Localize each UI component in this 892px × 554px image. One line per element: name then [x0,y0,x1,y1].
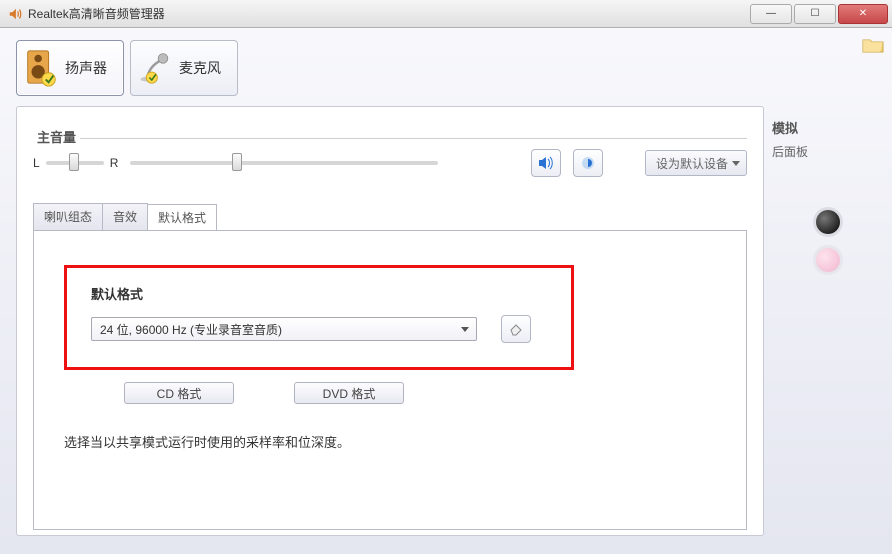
cd-format-button[interactable]: CD 格式 [124,382,234,404]
main-volume-title: 主音量 [33,130,80,145]
window-title: Realtek高清晰音频管理器 [28,5,165,22]
tab-speaker-label: 扬声器 [65,58,107,78]
format-selected-value: 24 位, 96000 Hz (专业录音室音质) [100,321,282,338]
sub-tabs: 喇叭组态 音效 默认格式 [33,203,747,230]
dvd-format-button[interactable]: DVD 格式 [294,382,404,404]
preset-row: CD 格式 DVD 格式 [124,382,726,404]
speaker-device-icon [25,49,57,87]
tab-microphone[interactable]: 麦克风 [130,40,238,96]
default-format-label: 默认格式 [91,284,531,303]
balance-control[interactable]: L R [33,156,118,170]
default-format-panel: 默认格式 24 位, 96000 Hz (专业录音室音质) CD 格式 DVD … [33,230,747,530]
tab-mic-label: 麦克风 [179,58,221,78]
jack-pink[interactable] [816,248,840,272]
side-subtitle: 后面板 [772,143,884,160]
set-default-device-button[interactable]: 设为默认设备 [645,150,747,176]
main-volume-slider-wrap [130,161,438,165]
chevron-down-icon [461,327,469,332]
tab-default-format[interactable]: 默认格式 [147,204,217,231]
tab-sound-effects[interactable]: 音效 [102,203,148,230]
side-panel: 模拟 后面板 [764,28,892,554]
volume-row: L R [33,149,747,177]
main-panel: 主音量 L R [16,106,764,536]
highlight-box: 默认格式 24 位, 96000 Hz (专业录音室音质) [64,265,574,370]
set-default-label: 设为默认设备 [656,155,728,172]
balance-right-label: R [110,156,119,170]
play-test-button[interactable] [531,149,561,177]
close-button[interactable]: ✕ [838,4,888,24]
divider [33,138,747,139]
speaker-icon [8,7,22,21]
device-tabs: 扬声器 麦克风 [16,40,764,96]
sound-icon [538,156,554,170]
eraser-icon [508,322,524,336]
mute-icon [581,156,595,170]
side-title: 模拟 [772,118,884,137]
maximize-button[interactable]: ☐ [794,4,836,24]
balance-slider[interactable] [46,161,104,165]
balance-thumb[interactable] [69,153,79,171]
format-select[interactable]: 24 位, 96000 Hz (专业录音室音质) [91,317,477,341]
title-bar: Realtek高清晰音频管理器 — ☐ ✕ [0,0,892,28]
tab-speaker-config[interactable]: 喇叭组态 [33,203,103,230]
mic-device-icon [139,49,171,87]
volume-slider[interactable] [130,161,438,165]
test-format-button[interactable] [501,315,531,343]
jack-black[interactable] [816,210,840,234]
tab-speaker[interactable]: 扬声器 [16,40,124,96]
folder-icon[interactable] [862,36,884,54]
chevron-down-icon [732,161,740,166]
balance-left-label: L [33,156,40,170]
minimize-button[interactable]: — [750,4,792,24]
volume-thumb[interactable] [232,153,242,171]
mute-button[interactable] [573,149,603,177]
format-description: 选择当以共享模式运行时使用的采样率和位深度。 [64,432,726,451]
